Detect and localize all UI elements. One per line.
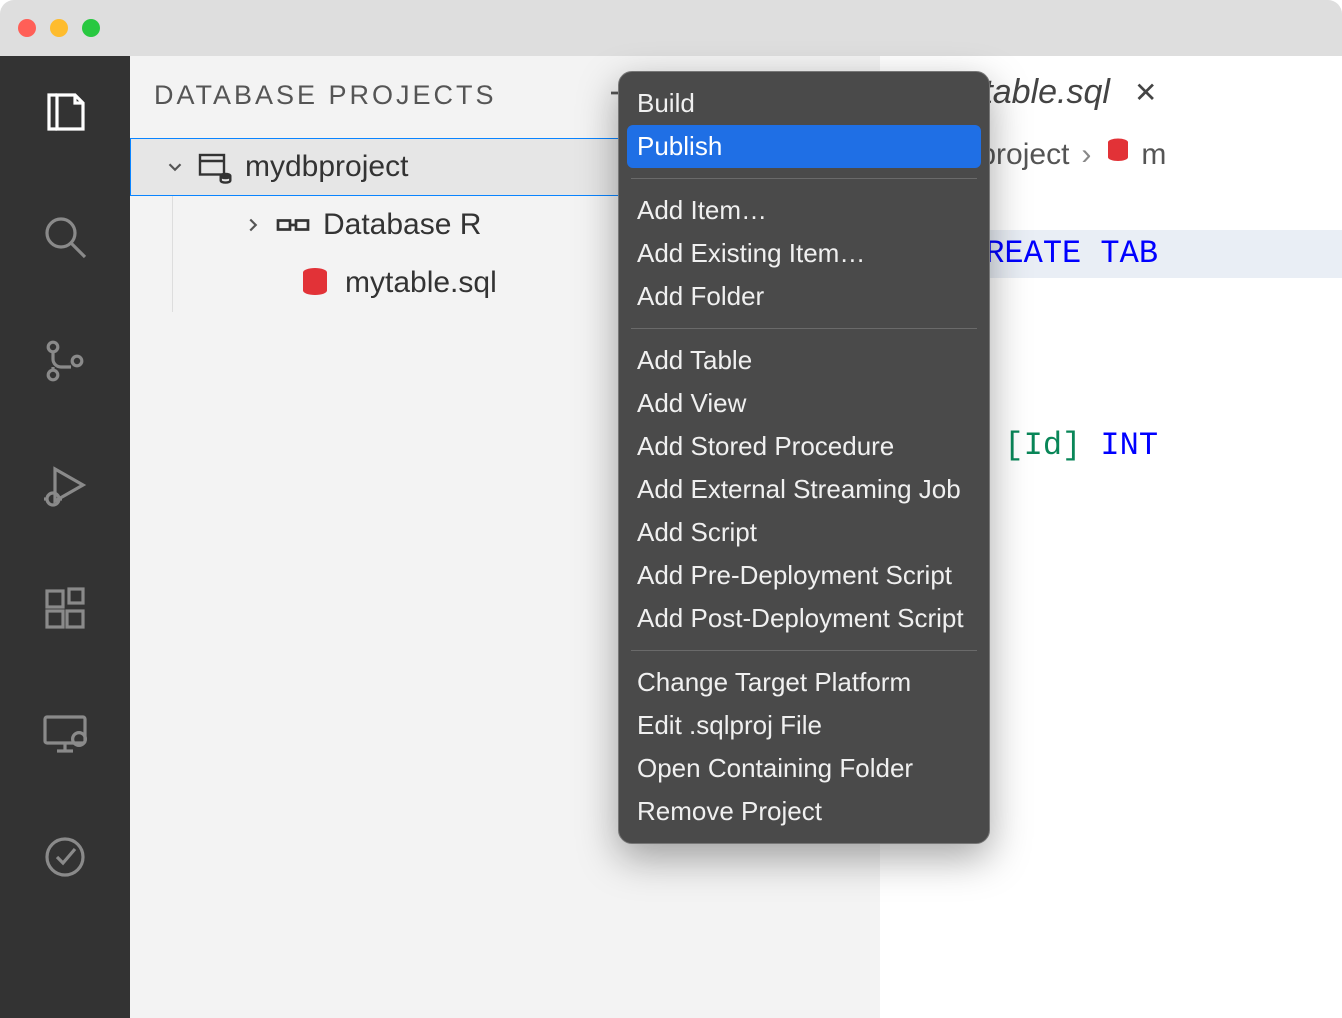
menu-item-add-stored-procedure[interactable]: Add Stored Procedure (619, 425, 989, 468)
activity-bar (0, 56, 130, 1018)
file-name: mytable.sql (345, 266, 497, 300)
todo-icon[interactable] (38, 830, 92, 884)
chevron-right-icon: › (1081, 138, 1091, 172)
menu-item-add-pre-deployment-script[interactable]: Add Pre-Deployment Script (619, 554, 989, 597)
maximize-window-button[interactable] (82, 19, 100, 37)
remote-explorer-icon[interactable] (38, 706, 92, 760)
database-icon (293, 265, 337, 301)
search-icon[interactable] (38, 210, 92, 264)
references-icon (271, 207, 315, 243)
extensions-icon[interactable] (38, 582, 92, 636)
run-debug-icon[interactable] (38, 458, 92, 512)
menu-separator (631, 650, 977, 651)
sidebar-title: DATABASE PROJECTS (154, 80, 497, 111)
menu-item-open-containing-folder[interactable]: Open Containing Folder (619, 747, 989, 790)
menu-item-remove-project[interactable]: Remove Project (619, 790, 989, 833)
menu-item-change-target-platform[interactable]: Change Target Platform (619, 661, 989, 704)
breadcrumb-file[interactable]: m (1103, 136, 1166, 174)
context-menu: Build Publish Add Item… Add Existing Ite… (618, 71, 990, 844)
sidebar: DATABASE PROJECTS ··· mydbproject (130, 56, 880, 1018)
window-controls (18, 19, 100, 37)
menu-item-edit-sqlproj[interactable]: Edit .sqlproj File (619, 704, 989, 747)
titlebar (0, 0, 1342, 56)
menu-item-publish[interactable]: Publish (627, 125, 981, 168)
menu-item-add-post-deployment-script[interactable]: Add Post-Deployment Script (619, 597, 989, 640)
menu-item-add-existing-item[interactable]: Add Existing Item… (619, 232, 989, 275)
project-icon (193, 149, 237, 185)
menu-item-add-table[interactable]: Add Table (619, 339, 989, 382)
menu-item-add-view[interactable]: Add View (619, 382, 989, 425)
menu-separator (631, 178, 977, 179)
code-token: [Id] (1004, 427, 1081, 464)
code-lines[interactable]: CREATE TAB ( [Id] INT ) (966, 182, 1342, 758)
explorer-icon[interactable] (38, 86, 92, 140)
menu-separator (631, 328, 977, 329)
close-tab-button[interactable]: ✕ (1134, 76, 1157, 109)
database-icon (1103, 136, 1133, 174)
menu-item-add-folder[interactable]: Add Folder (619, 275, 989, 318)
folder-name: Database R (323, 208, 481, 242)
chevron-right-icon[interactable] (239, 214, 267, 236)
project-name: mydbproject (245, 150, 408, 184)
code-token: INT (1100, 427, 1158, 464)
minimize-window-button[interactable] (50, 19, 68, 37)
menu-item-build[interactable]: Build (619, 82, 989, 125)
menu-item-add-external-streaming-job[interactable]: Add External Streaming Job (619, 468, 989, 511)
code-token: TAB (1100, 235, 1158, 272)
chevron-down-icon[interactable] (161, 156, 189, 178)
close-window-button[interactable] (18, 19, 36, 37)
source-control-icon[interactable] (38, 334, 92, 388)
menu-item-add-item[interactable]: Add Item… (619, 189, 989, 232)
menu-item-add-script[interactable]: Add Script (619, 511, 989, 554)
